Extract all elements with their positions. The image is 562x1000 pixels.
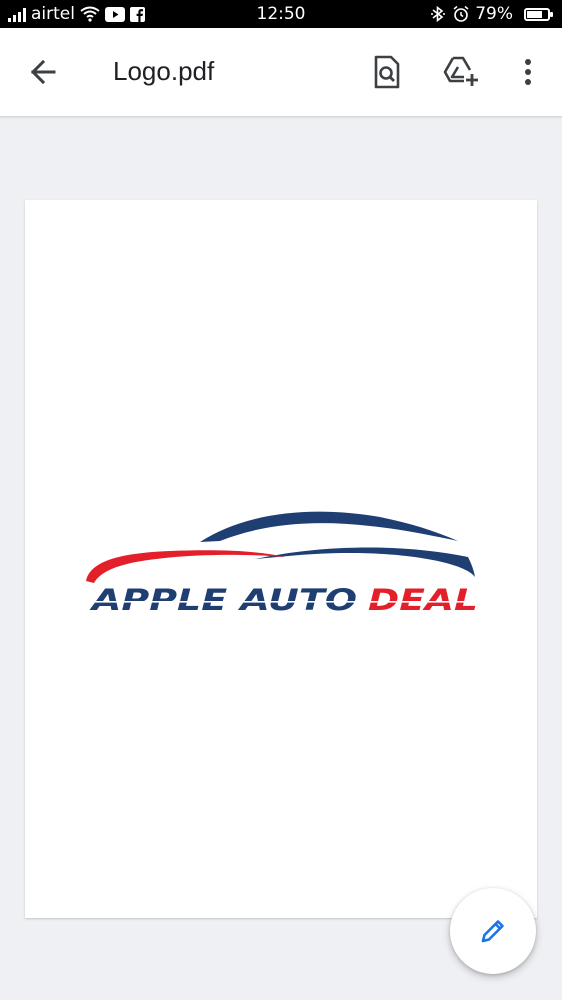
- add-to-drive-icon: [443, 56, 478, 86]
- find-in-document-button[interactable]: [365, 50, 409, 94]
- apple-auto-deal-logo: APPLE AUTO DEAL: [86, 511, 480, 617]
- battery-percent: 79%: [475, 4, 513, 24]
- pdf-page[interactable]: APPLE AUTO DEAL: [25, 200, 537, 918]
- battery-level: [527, 10, 542, 18]
- back-button[interactable]: [24, 52, 64, 92]
- more-vert-icon: [525, 59, 531, 85]
- bluetooth-icon: [431, 5, 446, 23]
- car-beltline-swoosh: [255, 547, 475, 577]
- edit-pencil-icon: [481, 920, 504, 943]
- search-in-document-icon: [374, 55, 400, 89]
- add-to-drive-button[interactable]: [440, 50, 484, 94]
- logo-text-deal: DEAL: [368, 583, 478, 617]
- back-arrow-icon: [30, 59, 56, 85]
- car-roof-swoosh: [200, 511, 458, 542]
- battery-icon: [524, 7, 553, 21]
- app-bar: Logo.pdf: [0, 28, 562, 117]
- edit-fab-button[interactable]: [450, 888, 536, 974]
- status-bar: airtel 12:50 79%: [0, 0, 562, 28]
- more-options-button[interactable]: [506, 50, 550, 94]
- status-right: 79%: [429, 4, 553, 24]
- logo-text-stripe: [90, 601, 480, 603]
- document-title: Logo.pdf: [113, 56, 215, 86]
- logo-text-apple-auto: APPLE AUTO: [89, 583, 357, 617]
- alarm-icon: [453, 5, 469, 22]
- car-hood-swoosh: [86, 550, 285, 583]
